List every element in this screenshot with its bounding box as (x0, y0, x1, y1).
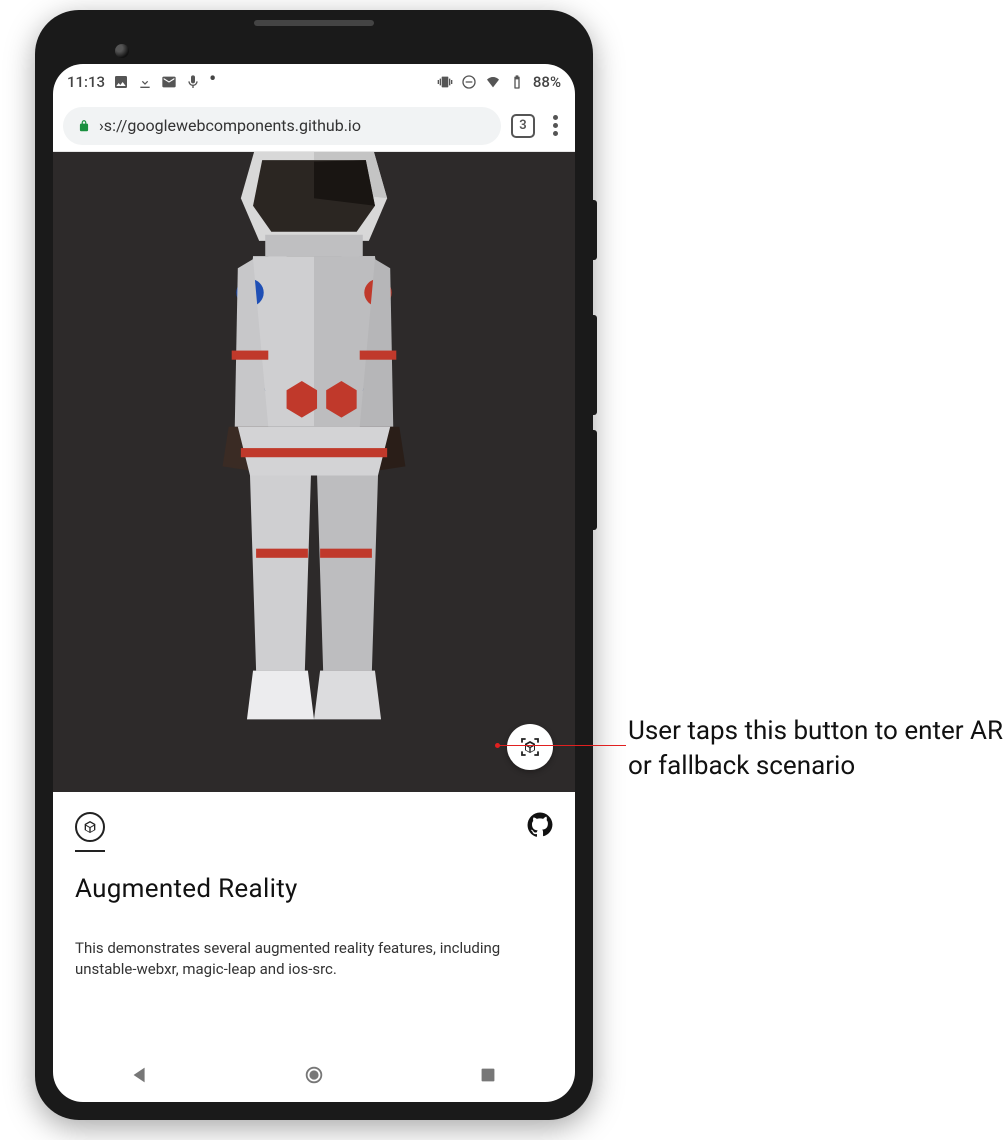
image-icon (113, 74, 129, 90)
omnibox[interactable]: ›s://googlewebcomponents.github.io (63, 107, 501, 145)
info-card: Augmented Reality This demonstrates seve… (53, 792, 575, 1048)
system-nav-bar (53, 1048, 575, 1102)
front-camera (115, 44, 129, 58)
ar-cube-icon (518, 735, 542, 759)
logo-underline (75, 850, 105, 852)
download-icon (137, 74, 153, 90)
mic-icon (185, 74, 201, 90)
power-button (593, 200, 597, 260)
phone-speaker (254, 20, 374, 26)
status-bar: 11:13 • 88% (53, 64, 575, 100)
card-title: Augmented Reality (75, 874, 553, 904)
annotation-text: User taps this button to enter AR or fal… (628, 714, 1006, 784)
browser-toolbar: ›s://googlewebcomponents.github.io 3 (53, 100, 575, 152)
battery-icon (509, 74, 525, 90)
status-battery-text: 88% (533, 73, 561, 91)
nav-back-button[interactable] (129, 1064, 151, 1086)
more-notifications-icon: • (209, 68, 216, 88)
github-icon[interactable] (527, 812, 553, 838)
tab-switcher-button[interactable]: 3 (511, 114, 535, 138)
volume-up-button (593, 315, 597, 415)
card-body: This demonstrates several augmented real… (75, 938, 553, 980)
page-content: Augmented Reality This demonstrates seve… (53, 152, 575, 1048)
lock-icon (77, 119, 91, 133)
volume-down-button (593, 430, 597, 530)
ar-button[interactable] (507, 724, 553, 770)
model-viewer[interactable] (53, 152, 575, 792)
dnd-icon (461, 74, 477, 90)
status-clock: 11:13 (67, 73, 105, 91)
nav-home-button[interactable] (303, 1064, 325, 1086)
modelviewer-logo-icon (75, 812, 105, 842)
mail-icon (161, 74, 177, 90)
nav-recent-button[interactable] (477, 1064, 499, 1086)
vibrate-icon (437, 74, 453, 90)
omnibox-url-text: ›s://googlewebcomponents.github.io (99, 116, 361, 135)
wifi-icon (485, 74, 501, 90)
annotation-leader-line (498, 745, 626, 746)
tab-count: 3 (519, 118, 526, 133)
browser-menu-button[interactable] (545, 115, 565, 136)
phone-screen: 11:13 • 88% ›s://googlewebcomponents.git… (53, 64, 575, 1102)
phone-frame: 11:13 • 88% ›s://googlewebcomponents.git… (35, 10, 593, 1120)
astronaut-model (154, 152, 474, 762)
